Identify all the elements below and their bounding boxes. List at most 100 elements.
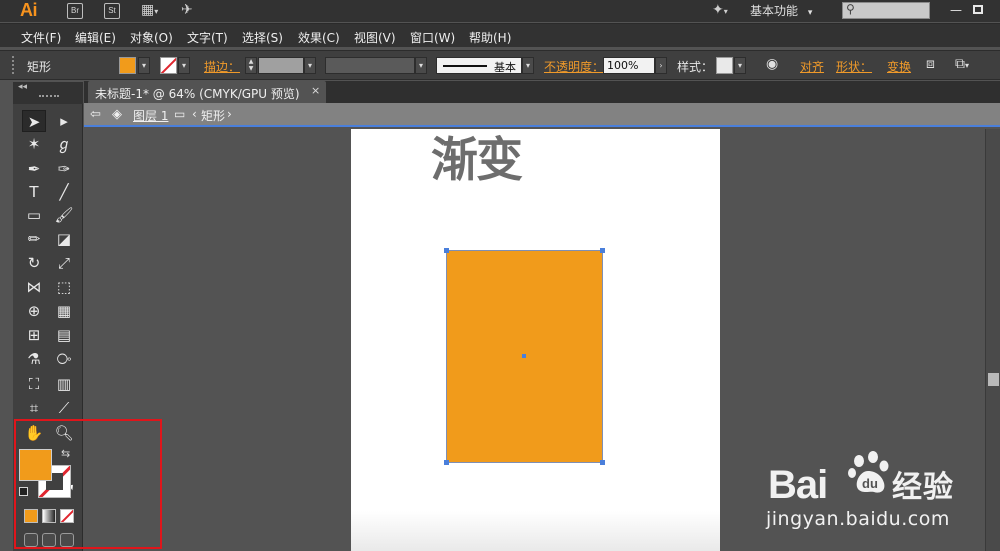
slice-tool-icon[interactable]: ⟋ <box>52 397 76 419</box>
line-segment-tool-icon[interactable]: ╱ <box>52 181 76 203</box>
opacity-dropdown[interactable]: › <box>655 57 667 74</box>
breadcrumb-object[interactable]: 矩形 <box>201 107 225 124</box>
annotation-highlight-box <box>14 419 162 549</box>
free-transform-tool-icon[interactable]: ⬚ <box>52 276 76 298</box>
bridge-button[interactable]: Br <box>67 3 83 19</box>
eyedropper-tool-icon[interactable]: ⚗ <box>22 348 46 370</box>
panel-menu-icon[interactable]: ⧉▾ <box>955 56 969 72</box>
back-arrow-icon[interactable]: ⇦ <box>90 107 101 122</box>
breadcrumb-layer[interactable]: 图层 1 <box>133 107 168 124</box>
resize-handle-top-right[interactable] <box>600 248 605 253</box>
resize-handle-bottom-right[interactable] <box>600 460 605 465</box>
chevron-left-icon: ‹ <box>192 107 197 121</box>
menu-select[interactable]: 选择(S) <box>242 29 283 46</box>
minimize-button[interactable]: — <box>948 2 964 18</box>
recolor-artwork-icon[interactable]: ◉ <box>766 56 778 72</box>
watermark-brand-cn: 经验 <box>892 470 954 505</box>
opacity-input[interactable]: 100% <box>603 57 655 74</box>
fill-color-swatch[interactable] <box>119 57 136 74</box>
stroke-weight-dropdown[interactable]: ▾ <box>304 57 316 74</box>
stroke-dropdown-button[interactable]: ▾ <box>178 57 190 74</box>
brush-definition-dropdown[interactable]: ▾ <box>522 57 534 74</box>
menu-type[interactable]: 文字(T) <box>187 29 228 46</box>
symbol-sprayer-tool-icon[interactable]: ⛶ <box>22 373 46 395</box>
app-logo: Ai <box>20 0 38 20</box>
close-icon[interactable]: × <box>311 84 320 97</box>
shape-builder-tool-icon[interactable]: ⊕ <box>22 300 46 322</box>
mesh-tool-icon[interactable]: ⊞ <box>22 324 46 346</box>
menu-help[interactable]: 帮助(H) <box>469 29 511 46</box>
chevron-right-icon: › <box>227 107 232 121</box>
variable-width-dropdown[interactable]: ▾ <box>415 57 427 74</box>
menu-effect[interactable]: 效果(C) <box>298 29 340 46</box>
align-panel-link[interactable]: 对齐 <box>800 58 824 75</box>
paintbrush-tool-icon[interactable]: 🖌 <box>52 204 76 226</box>
resize-handle-top-left[interactable] <box>444 248 449 253</box>
tools-panel-header[interactable]: ◂◂ <box>13 82 83 104</box>
panel-grip[interactable] <box>12 56 15 74</box>
document-tab-strip: 未标题-1* @ 64% (CMYK/GPU 预览) × <box>84 81 1000 103</box>
stock-button[interactable]: St <box>104 3 120 19</box>
shape-panel-link[interactable]: 形状： <box>836 58 872 75</box>
pencil-tool-icon[interactable]: ✏ <box>22 228 46 250</box>
menu-view[interactable]: 视图(V) <box>354 29 396 46</box>
stroke-weight-input[interactable] <box>258 57 304 74</box>
pen-tool-icon[interactable]: ✒ <box>22 158 46 180</box>
opacity-panel-link[interactable]: 不透明度： <box>544 58 604 75</box>
stroke-panel-link[interactable]: 描边： <box>204 58 240 75</box>
sync-settings-icon[interactable]: ✦▾ <box>712 2 728 18</box>
document-tab[interactable]: 未标题-1* @ 64% (CMYK/GPU 预览) × <box>88 81 326 103</box>
rotate-tool-icon[interactable]: ↻ <box>22 252 46 274</box>
brush-definition-label: 基本 <box>494 61 516 74</box>
gradient-tool-icon[interactable]: ▤ <box>52 324 76 346</box>
menu-object[interactable]: 对象(O) <box>130 29 173 46</box>
variable-width-profile-field[interactable] <box>325 57 415 74</box>
help-search-input[interactable]: ⚲ <box>842 2 930 19</box>
center-point[interactable] <box>522 354 526 358</box>
stroke-weight-stepper[interactable]: ▲ ▼ <box>245 57 257 74</box>
rectangle-tool-icon[interactable]: ▭ <box>22 204 46 226</box>
magic-wand-tool-icon[interactable]: ✶ <box>22 133 46 155</box>
vertical-scrollbar[interactable] <box>985 129 1000 551</box>
graphic-style-dropdown[interactable]: ▾ <box>734 57 746 74</box>
artboard-tool-icon[interactable]: ⌗ <box>22 397 46 419</box>
fill-dropdown-button[interactable]: ▾ <box>138 57 150 74</box>
chevron-down-icon: ▾ <box>807 8 813 18</box>
menu-file[interactable]: 文件(F) <box>21 29 61 46</box>
arrange-documents-icon[interactable]: ▦▾ <box>141 2 158 18</box>
isolation-breadcrumb: ⇦ ◈ 图层 1 ▭ ‹ 矩形 › <box>84 103 1000 127</box>
stroke-line-preview <box>443 65 487 67</box>
direct-selection-tool-icon[interactable]: ▸ <box>52 110 76 132</box>
control-bar: 矩形 ▾ ▾ 描边： ▲ ▼ ▾ ▾ 基本 ▾ 不透明度： 100% › 样式： … <box>0 50 1000 80</box>
watermark-url: jingyan.baidu.com <box>766 508 950 530</box>
brush-definition-field[interactable]: 基本 <box>436 57 522 74</box>
artboard-heading-text[interactable]: 渐变 <box>431 131 523 191</box>
menu-bar: 文件(F) 编辑(E) 对象(O) 文字(T) 选择(S) 效果(C) 视图(V… <box>0 23 1000 47</box>
title-bar: Ai Br St ▦▾ ✈ ✦▾ 基本功能 ▾ ⚲ — <box>0 0 1000 22</box>
collapse-panel-icon[interactable]: ◂◂ <box>18 82 27 92</box>
column-graph-tool-icon[interactable]: ▥ <box>52 373 76 395</box>
scrollbar-thumb[interactable] <box>988 373 999 386</box>
blend-tool-icon[interactable]: ⧂ <box>52 348 76 370</box>
resize-handle-bottom-left[interactable] <box>444 460 449 465</box>
watermark-brand: Bai <box>768 463 828 507</box>
scale-tool-icon[interactable]: ⤢ <box>52 252 76 274</box>
isolate-selected-icon[interactable]: ⧈ <box>926 56 935 72</box>
width-tool-icon[interactable]: ⋈ <box>22 276 46 298</box>
artboard-fade <box>351 511 720 551</box>
transform-panel-link[interactable]: 变换 <box>887 58 911 75</box>
graphic-style-swatch[interactable] <box>716 57 733 74</box>
curvature-tool-icon[interactable]: ✑ <box>52 158 76 180</box>
type-tool-icon[interactable]: T <box>22 181 46 203</box>
gpu-performance-icon[interactable]: ✈ <box>181 2 193 18</box>
perspective-grid-tool-icon[interactable]: ▦ <box>52 300 76 322</box>
eraser-tool-icon[interactable]: ◪ <box>52 228 76 250</box>
selection-tool-icon[interactable]: ➤ <box>22 110 46 132</box>
document-tab-title: 未标题-1* @ 64% (CMYK/GPU 预览) <box>95 87 300 101</box>
stroke-color-swatch[interactable] <box>160 57 177 74</box>
lasso-tool-icon[interactable]: ℊ <box>52 133 76 155</box>
workspace-switcher[interactable]: 基本功能 ▾ <box>750 2 812 20</box>
menu-window[interactable]: 窗口(W) <box>410 29 455 46</box>
restore-button[interactable] <box>970 2 986 18</box>
menu-edit[interactable]: 编辑(E) <box>75 29 116 46</box>
